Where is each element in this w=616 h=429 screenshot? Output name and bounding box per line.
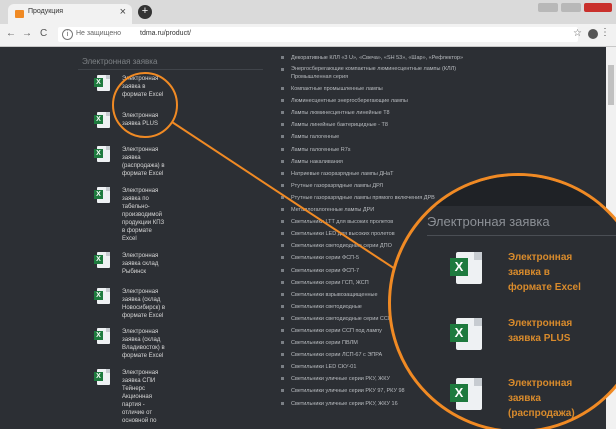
highlight-ring (112, 72, 178, 138)
zoom-order-form-label[interactable]: Электронная заявка в формате Excel (508, 250, 616, 295)
browser-window: Продукция × + ← → C i Не защищено tdma.r… (0, 0, 616, 429)
zoom-heading: Электронная заявка (427, 214, 550, 229)
excel-file-icon: X (450, 378, 482, 410)
zoom-divider (427, 235, 616, 236)
zoom-order-form-label[interactable]: Электронная заявка PLUS (508, 316, 616, 346)
excel-file-icon: X (450, 318, 482, 350)
excel-file-icon: X (450, 252, 482, 284)
zoom-order-form-label[interactable]: Электронная заявка (распродажа) (508, 376, 616, 421)
callout-connector-line (171, 121, 431, 293)
zoom-background-strip (391, 176, 616, 206)
